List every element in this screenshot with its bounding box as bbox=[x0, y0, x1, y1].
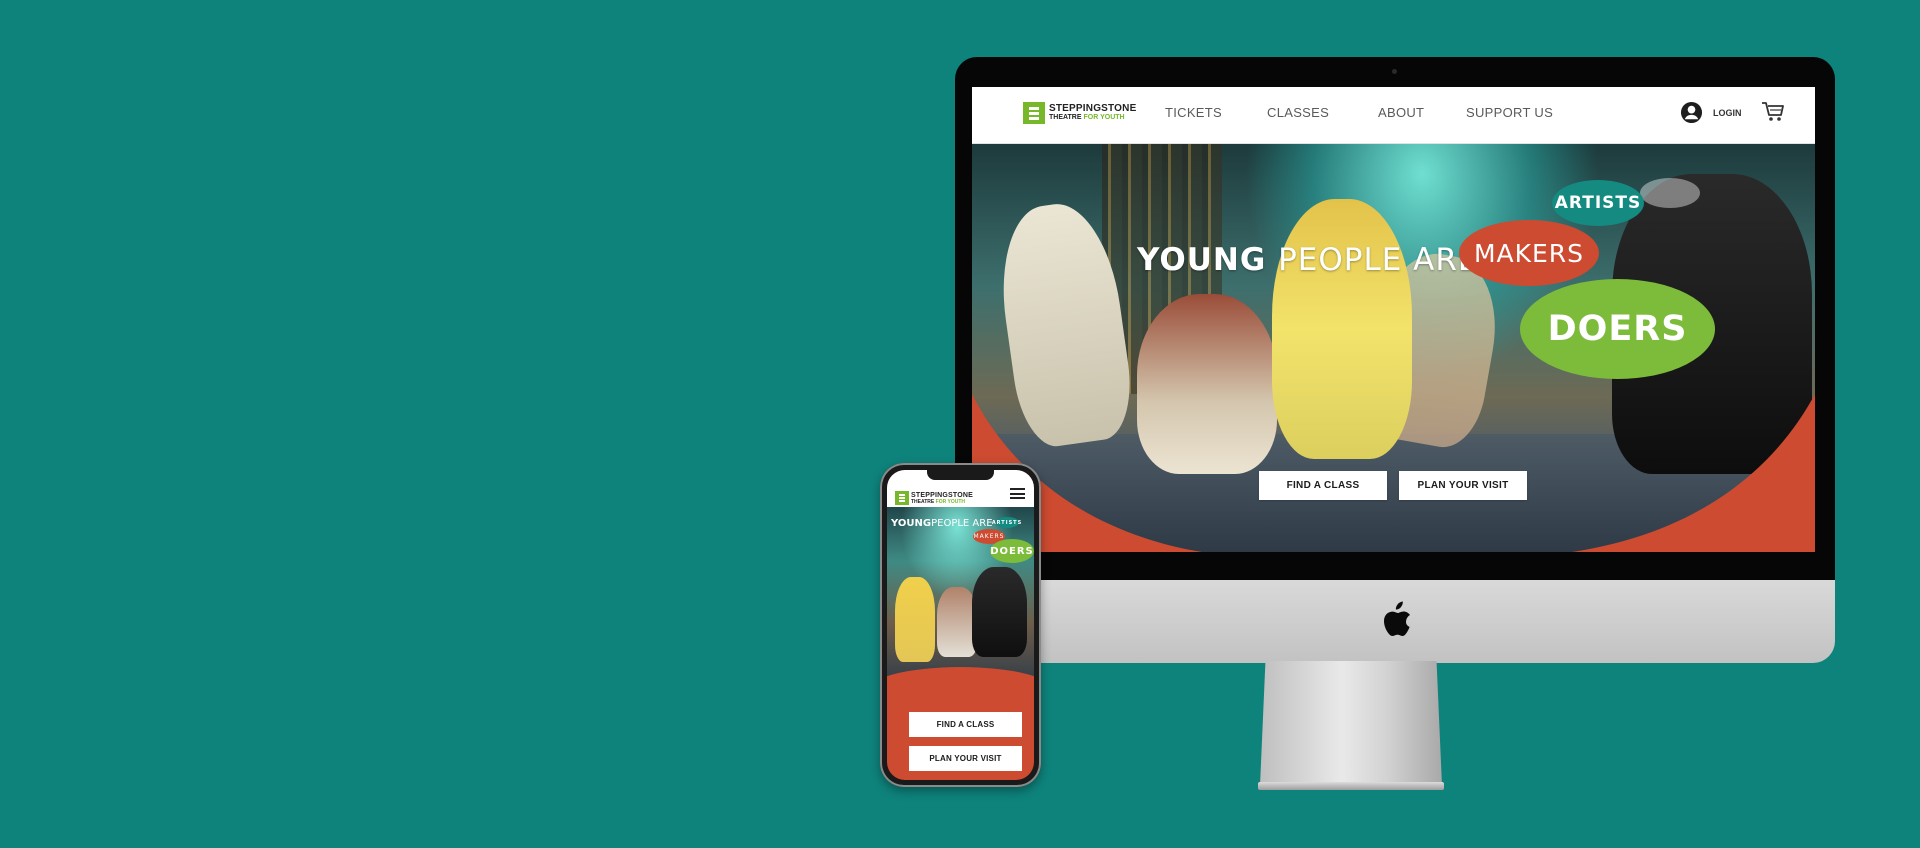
bubble-makers: MAKERS bbox=[1459, 220, 1599, 286]
desktop-screen: STEPPINGSTONE THEATRE FOR YOUTH TICKETS … bbox=[972, 87, 1815, 552]
steppingstone-logo-icon bbox=[895, 491, 909, 505]
mobile-screen: STEPPINGSTONE THEATRE FOR YOUTH YOUNGPEO… bbox=[887, 470, 1034, 780]
find-a-class-button[interactable]: FIND A CLASS bbox=[1259, 471, 1387, 500]
camera-dot bbox=[1392, 69, 1397, 74]
speech-bubble-decoration bbox=[1640, 178, 1700, 208]
nav-tickets[interactable]: TICKETS bbox=[1165, 105, 1222, 120]
nav-about[interactable]: ABOUT bbox=[1378, 105, 1424, 120]
performer-figure bbox=[937, 587, 977, 657]
performer-figure bbox=[972, 567, 1027, 657]
user-icon bbox=[1680, 101, 1703, 124]
imac-mockup: STEPPINGSTONE THEATRE FOR YOUTH TICKETS … bbox=[955, 57, 1835, 790]
logo-line-2: THEATRE FOR YOUTH bbox=[911, 498, 965, 505]
logo-line-1: STEPPINGSTONE bbox=[1049, 103, 1137, 114]
mobile-hero-banner: YOUNGPEOPLE ARE ARTISTS MAKERS DOERS bbox=[887, 507, 1034, 687]
hero-red-swoop bbox=[887, 667, 1034, 687]
nav-classes[interactable]: CLASSES bbox=[1267, 105, 1329, 120]
iphone-mockup: STEPPINGSTONE THEATRE FOR YOUTH YOUNGPEO… bbox=[880, 463, 1041, 787]
bubble-doers: DOERS bbox=[1520, 279, 1715, 379]
hero-banner: YOUNG PEOPLE ARE ARTISTS MAKERS DOERS FI… bbox=[972, 144, 1815, 552]
nav-support-us[interactable]: SUPPORT US bbox=[1466, 105, 1553, 120]
imac-stand bbox=[1260, 661, 1442, 786]
mobile-hero-headline: YOUNGPEOPLE ARE bbox=[891, 518, 993, 529]
login-label: LOGIN bbox=[1713, 107, 1742, 118]
logo-line-1: STEPPINGSTONE bbox=[911, 491, 973, 499]
page-background: { "colors": { "background": "#0e837c", "… bbox=[0, 0, 1920, 848]
steppingstone-logo-icon bbox=[1023, 102, 1045, 124]
imac-stand-base bbox=[1258, 782, 1444, 790]
site-header: STEPPINGSTONE THEATRE FOR YOUTH TICKETS … bbox=[972, 87, 1815, 144]
login-link[interactable]: LOGIN bbox=[1680, 101, 1742, 124]
site-logo[interactable]: STEPPINGSTONE THEATRE FOR YOUTH bbox=[1023, 99, 1136, 127]
performer-figure bbox=[895, 577, 935, 662]
plan-your-visit-button[interactable]: PLAN YOUR VISIT bbox=[1399, 471, 1527, 500]
mobile-find-a-class-button[interactable]: FIND A CLASS bbox=[909, 712, 1022, 737]
mobile-plan-your-visit-button[interactable]: PLAN YOUR VISIT bbox=[909, 746, 1022, 771]
logo-line-2: THEATRE FOR YOUTH bbox=[1049, 114, 1125, 121]
bubble-artists: ARTISTS bbox=[1552, 180, 1644, 226]
bubble-artists: ARTISTS bbox=[992, 517, 1021, 528]
hamburger-menu-icon[interactable] bbox=[1010, 488, 1025, 499]
apple-logo-icon bbox=[1384, 601, 1410, 636]
imac-bezel: STEPPINGSTONE THEATRE FOR YOUTH TICKETS … bbox=[955, 57, 1835, 580]
bubble-doers: DOERS bbox=[990, 539, 1034, 563]
hero-headline: YOUNG PEOPLE ARE bbox=[1137, 242, 1479, 278]
imac-chin bbox=[955, 580, 1835, 663]
phone-notch bbox=[927, 470, 994, 480]
cart-icon[interactable] bbox=[1761, 101, 1785, 123]
